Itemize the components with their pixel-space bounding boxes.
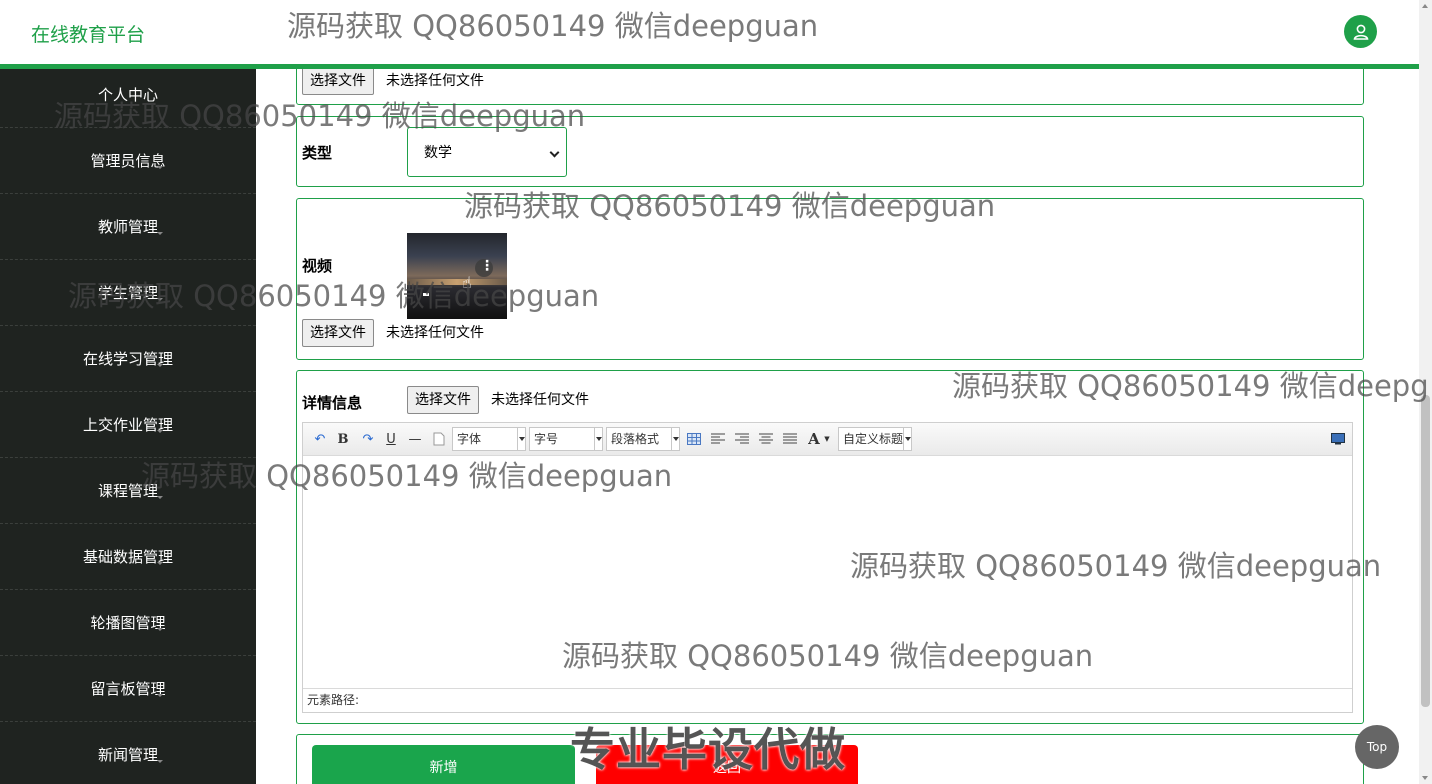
underline-icon[interactable]: U bbox=[383, 430, 399, 448]
element-path-status: 元素路径: bbox=[303, 688, 1352, 712]
type-label: 类型 bbox=[302, 144, 333, 162]
detail-label: 详情信息 bbox=[302, 394, 363, 412]
chevron-down-icon bbox=[903, 428, 911, 450]
chevron-down-icon bbox=[157, 694, 163, 697]
bold-icon[interactable]: B bbox=[335, 430, 351, 448]
sidebar-item-message-board[interactable]: 留言板管理 bbox=[0, 656, 256, 722]
more-options-icon[interactable] bbox=[475, 258, 494, 277]
table-icon[interactable] bbox=[685, 430, 703, 448]
sidebar-item-label: 课程管理 bbox=[97, 482, 158, 500]
type-select[interactable]: 数学 bbox=[407, 127, 567, 177]
paragraph-format-value: 段落格式 bbox=[611, 432, 660, 446]
sidebar-item-homework[interactable]: 上交作业管理 bbox=[0, 392, 256, 458]
type-group: 类型 数学 bbox=[296, 116, 1364, 187]
video-progress bbox=[423, 293, 429, 296]
app-window: 在线教育平台 个人中心 管理员信息 教师管理 学生管理 在线学习管理 上交作业管… bbox=[0, 0, 1432, 784]
chevron-down-icon bbox=[157, 562, 163, 565]
sidebar-item-personal-center[interactable]: 个人中心 bbox=[0, 62, 256, 128]
user-avatar[interactable] bbox=[1344, 15, 1377, 48]
align-justify-icon[interactable] bbox=[781, 430, 799, 448]
chevron-down-icon bbox=[157, 430, 163, 433]
editor-toolbar: ↶ B ↷ U — 字体 字号 段落格式 A ▼ 自定义标题 bbox=[303, 423, 1352, 456]
custom-title-select[interactable]: 自定义标题 bbox=[838, 427, 912, 451]
chevron-down-icon bbox=[549, 147, 560, 158]
undo-icon[interactable]: ↶ bbox=[311, 430, 329, 448]
sidebar-item-label: 轮播图管理 bbox=[90, 614, 166, 632]
align-right-icon[interactable] bbox=[733, 430, 751, 448]
no-video-text: 未选择任何文件 bbox=[386, 325, 484, 341]
page-scrollbar[interactable] bbox=[1419, 0, 1432, 784]
sidebar-item-label: 管理员信息 bbox=[90, 152, 166, 170]
chevron-down-icon bbox=[157, 628, 163, 631]
paragraph-format-select[interactable]: 段落格式 bbox=[606, 427, 680, 451]
rich-text-editor[interactable]: ↶ B ↷ U — 字体 字号 段落格式 A ▼ 自定义标题 元素路径: bbox=[302, 422, 1353, 713]
sidebar-item-news[interactable]: 新闻管理 bbox=[0, 722, 256, 784]
sidebar-item-label: 学生管理 bbox=[97, 284, 158, 302]
no-file-text: 未选择任何文件 bbox=[386, 73, 484, 89]
video-frame bbox=[407, 279, 507, 285]
choose-file-button[interactable]: 选择文件 bbox=[302, 69, 374, 95]
chevron-down-icon bbox=[671, 428, 679, 450]
top-header: 在线教育平台 bbox=[0, 0, 1419, 64]
align-center-icon[interactable] bbox=[757, 430, 775, 448]
font-family-value: 字体 bbox=[457, 432, 482, 446]
choose-video-button[interactable]: 选择文件 bbox=[302, 319, 374, 347]
video-group: 视频 ☝ 选择文件 未选择任何文件 bbox=[296, 198, 1364, 360]
page-icon[interactable] bbox=[431, 430, 447, 448]
sidebar-item-basic-data[interactable]: 基础数据管理 bbox=[0, 524, 256, 590]
hand-cursor-icon: ☝ bbox=[462, 273, 472, 292]
align-left-icon[interactable] bbox=[709, 430, 727, 448]
no-detail-file-text: 未选择任何文件 bbox=[491, 392, 589, 408]
type-select-value: 数学 bbox=[424, 145, 452, 161]
font-color-dropdown-icon[interactable]: ▼ bbox=[822, 430, 832, 448]
video-preview[interactable]: ☝ bbox=[407, 229, 507, 319]
chevron-down-icon bbox=[157, 364, 163, 367]
main-content: 选择文件 未选择任何文件 类型 数学 视频 ☝ 选择文件 未选择任何文件 bbox=[256, 69, 1419, 784]
custom-title-value: 自定义标题 bbox=[843, 432, 904, 446]
back-to-top-button[interactable]: Top bbox=[1355, 725, 1399, 769]
font-size-value: 字号 bbox=[534, 432, 559, 446]
chevron-down-icon bbox=[157, 298, 163, 301]
chevron-down-icon bbox=[517, 428, 525, 450]
sidebar: 个人中心 管理员信息 教师管理 学生管理 在线学习管理 上交作业管理 课程管理 … bbox=[0, 69, 256, 784]
chevron-down-icon bbox=[157, 166, 163, 169]
choose-detail-file-button[interactable]: 选择文件 bbox=[407, 386, 479, 414]
horizontal-rule-icon[interactable]: — bbox=[407, 430, 423, 448]
add-button[interactable]: 新增 bbox=[312, 745, 575, 784]
video-label: 视频 bbox=[302, 257, 333, 275]
scrollbar-thumb[interactable] bbox=[1421, 395, 1430, 707]
sidebar-item-student[interactable]: 学生管理 bbox=[0, 260, 256, 326]
sidebar-item-online-learning[interactable]: 在线学习管理 bbox=[0, 326, 256, 392]
user-icon bbox=[1353, 24, 1368, 40]
scroll-down-icon[interactable] bbox=[1422, 776, 1428, 780]
redo-icon[interactable]: ↷ bbox=[359, 430, 377, 448]
sidebar-item-label: 留言板管理 bbox=[90, 680, 166, 698]
fullscreen-icon[interactable] bbox=[1329, 430, 1347, 448]
sidebar-item-label: 新闻管理 bbox=[97, 746, 158, 764]
chevron-down-icon bbox=[157, 496, 163, 499]
sidebar-item-carousel[interactable]: 轮播图管理 bbox=[0, 590, 256, 656]
sidebar-item-course[interactable]: 课程管理 bbox=[0, 458, 256, 524]
scroll-up-icon[interactable] bbox=[1422, 4, 1428, 8]
sidebar-item-admin-info[interactable]: 管理员信息 bbox=[0, 128, 256, 194]
font-family-select[interactable]: 字体 bbox=[452, 427, 526, 451]
sidebar-item-label: 个人中心 bbox=[97, 86, 158, 104]
font-color-icon[interactable]: A bbox=[806, 430, 822, 448]
sidebar-item-teacher[interactable]: 教师管理 bbox=[0, 194, 256, 260]
chevron-down-icon bbox=[157, 760, 163, 763]
chevron-down-icon bbox=[594, 428, 602, 450]
font-size-select[interactable]: 字号 bbox=[529, 427, 603, 451]
sidebar-item-label: 教师管理 bbox=[97, 218, 158, 236]
watermark-banner: 专业毕设代做 bbox=[570, 723, 847, 776]
brand-title[interactable]: 在线教育平台 bbox=[31, 20, 145, 47]
chevron-down-icon bbox=[157, 232, 163, 235]
cover-upload-group: 选择文件 未选择任何文件 bbox=[296, 69, 1364, 105]
